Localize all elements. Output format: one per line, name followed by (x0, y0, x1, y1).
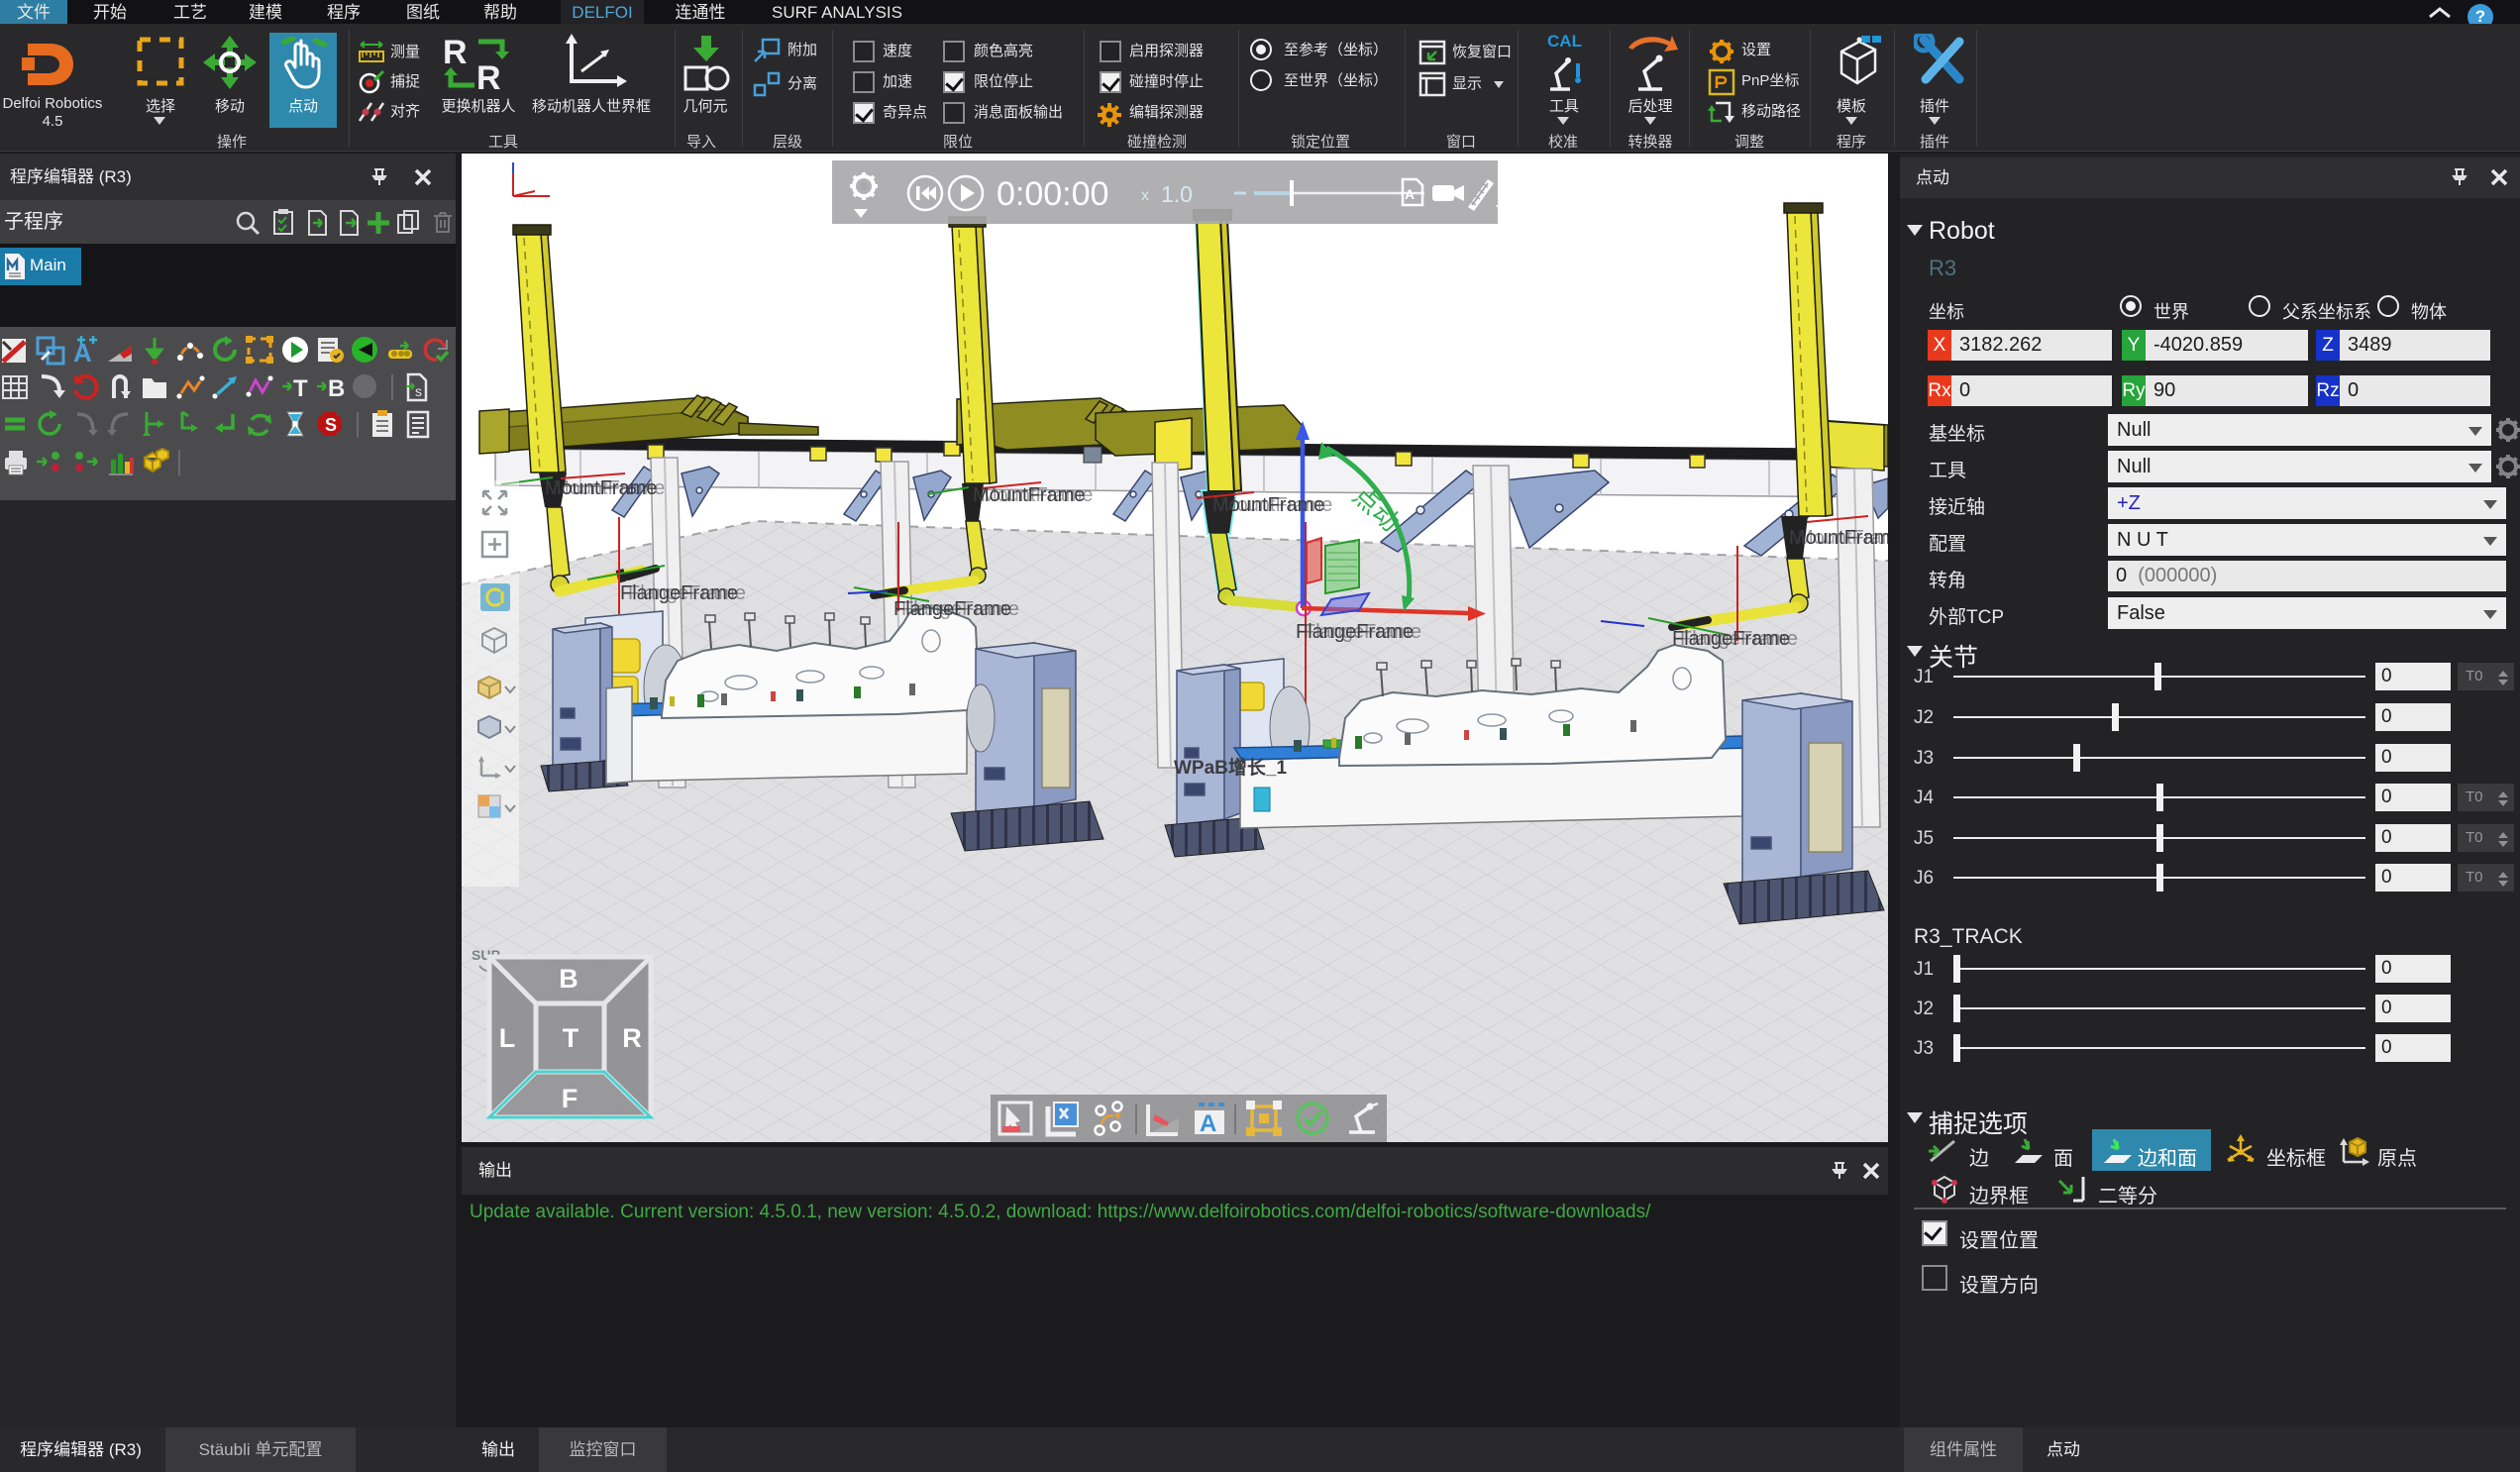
svg-text:R: R (622, 1023, 642, 1053)
svg-text:MountFrame: MountFrame (1797, 527, 1888, 549)
svg-text:FlangeFrame: FlangeFrame (1304, 621, 1421, 643)
svg-text:L: L (499, 1023, 516, 1053)
svg-text:A: A (1200, 1110, 1216, 1137)
svg-text:FlangeFrame: FlangeFrame (1680, 628, 1798, 650)
svg-text:R: R (476, 59, 501, 93)
svg-text:F: F (562, 1084, 578, 1113)
svg-text:R: R (443, 34, 468, 71)
svg-text:FlangeFrame: FlangeFrame (901, 598, 1019, 620)
svg-text:MountFrame: MountFrame (981, 484, 1093, 506)
svg-text:MountFrame: MountFrame (553, 477, 665, 499)
svg-text:FlangeFrame: FlangeFrame (628, 582, 746, 604)
svg-text:T: T (293, 375, 308, 402)
svg-text:A: A (1405, 186, 1415, 202)
svg-text:0:00:00: 0:00:00 (997, 175, 1108, 213)
svg-text:S: S (325, 415, 337, 435)
svg-text:T: T (563, 1023, 579, 1053)
svg-text:A: A (73, 338, 92, 368)
svg-text:B: B (328, 375, 345, 402)
svg-text:s: s (415, 383, 422, 399)
svg-text:MountFrame: MountFrame (1220, 494, 1332, 516)
svg-text:x: x (1141, 187, 1149, 204)
svg-text:B: B (559, 964, 578, 994)
svg-text:WPaB增长_1: WPaB增长_1 (1174, 756, 1287, 779)
svg-text:1.0: 1.0 (1161, 181, 1193, 207)
